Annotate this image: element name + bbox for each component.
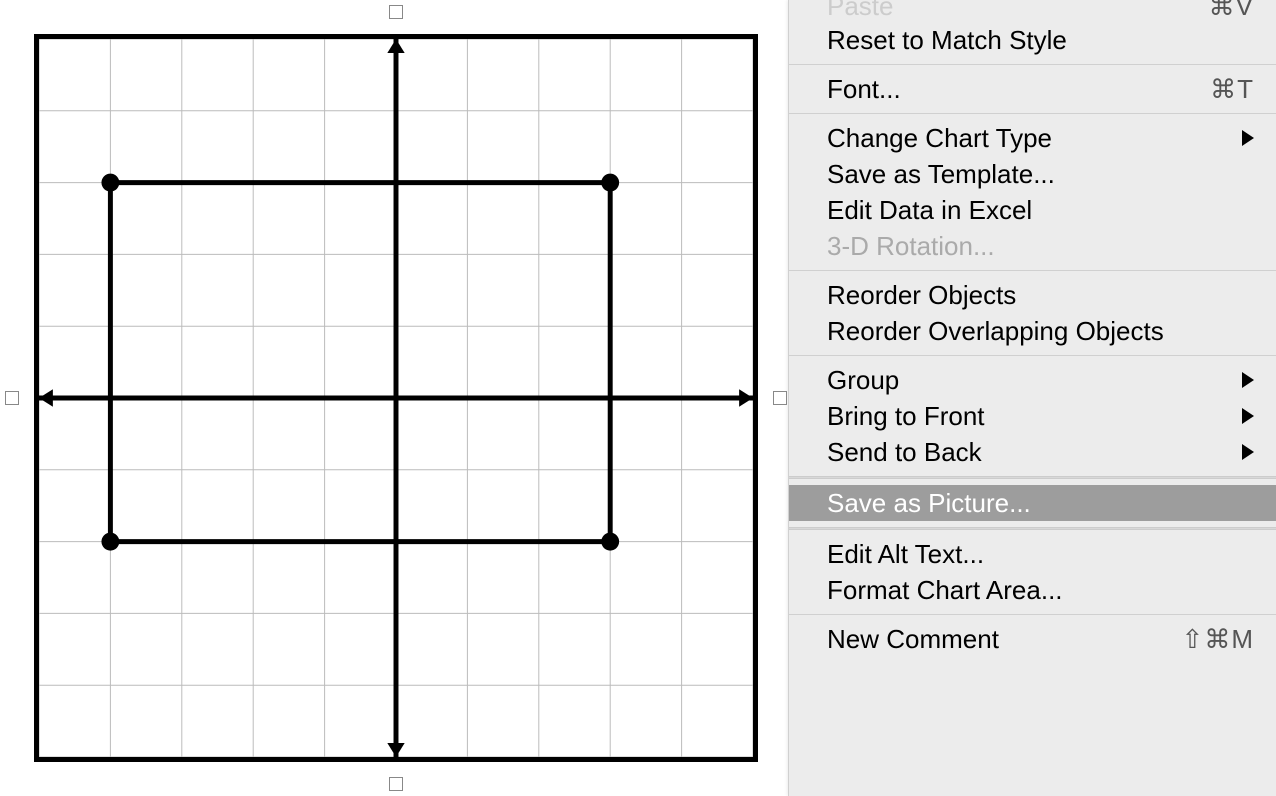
menu-item-reorder-overlapping-objects[interactable]: Reorder Overlapping Objects	[789, 313, 1276, 349]
menu-shortcut: ⌘V	[1209, 0, 1254, 22]
chevron-right-icon	[1242, 408, 1254, 424]
menu-label: Edit Data in Excel	[827, 195, 1254, 226]
menu-label: 3-D Rotation...	[827, 231, 1254, 262]
resize-handle-left[interactable]	[5, 391, 19, 405]
menu-item-edit-alt-text[interactable]: Edit Alt Text...	[789, 536, 1276, 572]
context-menu[interactable]: Paste ⌘V Reset to Match Style Font...⌘T Ch…	[788, 0, 1276, 796]
menu-item-edit-data-in-excel[interactable]: Edit Data in Excel	[789, 192, 1276, 228]
menu-label: Edit Alt Text...	[827, 539, 1254, 570]
menu-separator	[789, 476, 1276, 479]
menu-item-save-as-picture[interactable]: Save as Picture...	[789, 485, 1276, 521]
menu-separator	[789, 113, 1276, 114]
chevron-right-icon	[1242, 130, 1254, 146]
menu-label: Save as Picture...	[827, 488, 1254, 519]
menu-item-bring-to-front[interactable]: Bring to Front	[789, 398, 1276, 434]
chart-object[interactable]	[12, 12, 780, 784]
chevron-right-icon	[1242, 444, 1254, 460]
menu-item-3-d-rotation: 3-D Rotation...	[789, 228, 1276, 264]
menu-item-new-comment[interactable]: New Comment⇧⌘M	[789, 621, 1276, 657]
menu-label: Reorder Overlapping Objects	[827, 316, 1254, 347]
chart-plot-area[interactable]	[34, 34, 758, 762]
menu-label: Change Chart Type	[827, 123, 1242, 154]
menu-item-paste-partial[interactable]: Paste ⌘V	[789, 0, 1276, 22]
menu-separator	[789, 64, 1276, 65]
resize-handle-top[interactable]	[389, 5, 403, 19]
menu-label: New Comment	[827, 624, 1182, 655]
menu-shortcut: ⌘T	[1210, 74, 1254, 105]
chart-canvas	[39, 39, 753, 757]
resize-handle-bottom[interactable]	[389, 777, 403, 791]
menu-shortcut: ⇧⌘M	[1182, 624, 1254, 655]
menu-label: Reorder Objects	[827, 280, 1254, 311]
menu-item-font[interactable]: Font...⌘T	[789, 71, 1276, 107]
chevron-right-icon	[1242, 372, 1254, 388]
menu-item-send-to-back[interactable]: Send to Back	[789, 434, 1276, 470]
menu-label: Font...	[827, 74, 1210, 105]
menu-item-format-chart-area[interactable]: Format Chart Area...	[789, 572, 1276, 608]
menu-item-change-chart-type[interactable]: Change Chart Type	[789, 120, 1276, 156]
menu-item-reorder-objects[interactable]: Reorder Objects	[789, 277, 1276, 313]
menu-item-save-as-template[interactable]: Save as Template...	[789, 156, 1276, 192]
menu-label: Send to Back	[827, 437, 1242, 468]
menu-label: Reset to Match Style	[827, 25, 1254, 56]
menu-label: Save as Template...	[827, 159, 1254, 190]
menu-separator	[789, 614, 1276, 615]
resize-handle-right[interactable]	[773, 391, 787, 405]
menu-separator	[789, 270, 1276, 271]
menu-label: Bring to Front	[827, 401, 1242, 432]
menu-separator	[789, 527, 1276, 530]
menu-label: Format Chart Area...	[827, 575, 1254, 606]
menu-item-reset-to-match-style[interactable]: Reset to Match Style	[789, 22, 1276, 58]
menu-separator	[789, 355, 1276, 356]
menu-label: Paste	[827, 0, 1209, 22]
menu-item-group[interactable]: Group	[789, 362, 1276, 398]
menu-label: Group	[827, 365, 1242, 396]
